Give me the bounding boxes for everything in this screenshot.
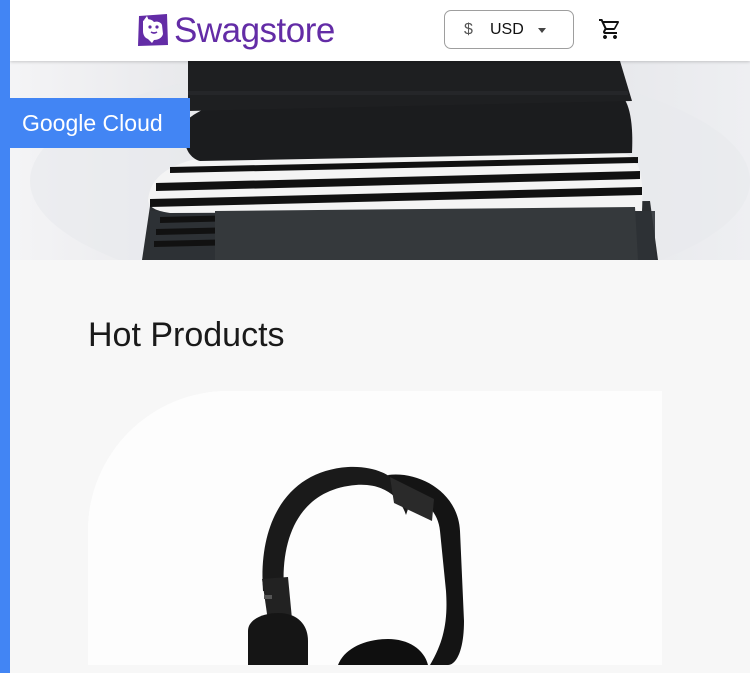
product-card[interactable]	[88, 391, 662, 665]
caret-down-icon	[538, 28, 546, 33]
headphones-image	[88, 391, 662, 665]
dog-logo-icon	[138, 14, 168, 46]
brand-name: Swagstore	[174, 10, 335, 50]
currency-select[interactable]: $ USD	[444, 10, 574, 49]
hero-banner	[10, 61, 750, 260]
main-content: Hot Products	[10, 260, 750, 673]
site-header: Swagstore $ USD	[10, 0, 750, 61]
google-cloud-badge[interactable]: Google Cloud	[10, 98, 190, 148]
section-title: Hot Products	[88, 316, 285, 354]
page: Swagstore $ USD Google Cloud Hot Product…	[0, 0, 750, 673]
shopping-cart-icon[interactable]	[598, 17, 622, 41]
currency-code: USD	[490, 20, 524, 38]
brand-logo[interactable]: Swagstore	[136, 8, 335, 52]
currency-symbol: $	[464, 20, 473, 38]
left-accent-bar	[0, 0, 10, 673]
folded-shirts-image	[10, 61, 750, 260]
